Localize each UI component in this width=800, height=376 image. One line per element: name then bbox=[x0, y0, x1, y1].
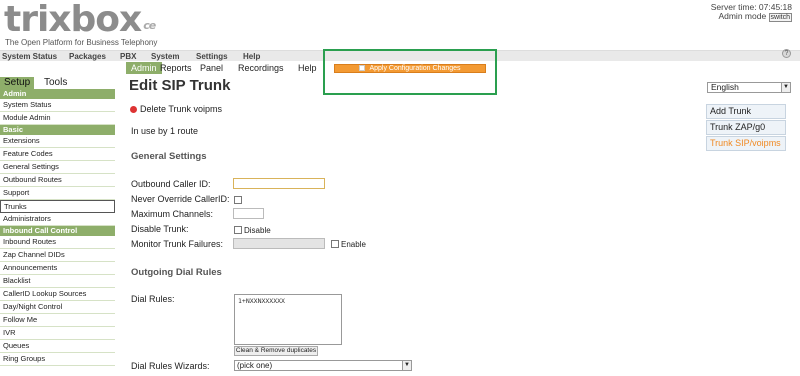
delete-icon bbox=[130, 106, 137, 114]
enable-option-label: Enable bbox=[341, 240, 366, 249]
add-trunk-link[interactable]: Add Trunk bbox=[706, 104, 786, 119]
in-use-text: In use by 1 route bbox=[131, 126, 199, 136]
sidebar-item-queues[interactable]: Queues bbox=[0, 340, 115, 353]
sidebar-item-follow-me[interactable]: Follow Me bbox=[0, 314, 115, 327]
chevron-down-icon: ▼ bbox=[402, 361, 411, 370]
sidebar-item-general-settings[interactable]: General Settings bbox=[0, 161, 115, 174]
submenu-admin[interactable]: Admin bbox=[126, 62, 162, 74]
sidebar-tabs: Setup Tools bbox=[0, 77, 115, 89]
trunk-zap-link[interactable]: Trunk ZAP/g0 bbox=[706, 120, 786, 135]
monitor-enable-checkbox[interactable] bbox=[331, 240, 339, 248]
page-title: Edit SIP Trunk bbox=[129, 77, 231, 94]
sidebar-item-blacklist[interactable]: Blacklist bbox=[0, 275, 115, 288]
menu-pbx[interactable]: PBX bbox=[120, 51, 136, 62]
menu-packages[interactable]: Packages bbox=[69, 51, 106, 62]
sidebar-item-ring-groups[interactable]: Ring Groups bbox=[0, 353, 115, 366]
delete-trunk-link[interactable]: Delete Trunk voipms bbox=[130, 104, 222, 114]
never-override-label: Never Override CallerID: bbox=[131, 194, 230, 204]
apply-changes-button[interactable]: Apply Configuration Changes bbox=[334, 64, 486, 73]
general-settings-heading: General Settings bbox=[131, 151, 207, 162]
sidebar: Setup Tools Admin System Status Module A… bbox=[0, 77, 115, 376]
disable-trunk-checkbox[interactable] bbox=[234, 226, 242, 234]
apply-icon bbox=[359, 65, 366, 72]
outgoing-dial-rules-heading: Outgoing Dial Rules bbox=[131, 267, 222, 278]
tagline: The Open Platform for Business Telephony bbox=[5, 38, 158, 47]
chevron-down-icon: ▼ bbox=[781, 83, 790, 92]
sidebar-item-module-admin[interactable]: Module Admin bbox=[0, 112, 115, 125]
max-channels-label: Maximum Channels: bbox=[131, 209, 214, 219]
menu-system-status[interactable]: System Status bbox=[2, 51, 57, 62]
dial-rules-textarea[interactable]: 1+NXXNXXXXXX bbox=[234, 294, 342, 345]
trunk-sip-voipms-link[interactable]: Trunk SIP/voipms bbox=[706, 136, 786, 151]
monitor-failures-input[interactable] bbox=[233, 238, 325, 249]
disable-trunk-label: Disable Trunk: bbox=[131, 224, 189, 234]
dial-rules-label: Dial Rules: bbox=[131, 294, 175, 304]
sidebar-section-inbound: Inbound Call Control bbox=[0, 226, 115, 236]
sidebar-item-callerid-lookup[interactable]: CallerID Lookup Sources bbox=[0, 288, 115, 301]
disable-option-label: Disable bbox=[244, 226, 271, 235]
sidebar-item-extensions[interactable]: Extensions bbox=[0, 135, 115, 148]
language-select[interactable]: English ▼ bbox=[707, 82, 791, 93]
outbound-callerid-label: Outbound Caller ID: bbox=[131, 179, 211, 189]
sidebar-item-announcements[interactable]: Announcements bbox=[0, 262, 115, 275]
sidebar-item-administrators[interactable]: Administrators bbox=[0, 213, 115, 226]
submenu-help[interactable]: Help bbox=[298, 62, 317, 74]
sidebar-section-basic: Basic bbox=[0, 125, 115, 135]
submenu-panel[interactable]: Panel bbox=[200, 62, 223, 74]
menu-settings[interactable]: Settings bbox=[196, 51, 228, 62]
sidebar-item-inbound-routes[interactable]: Inbound Routes bbox=[0, 236, 115, 249]
monitor-failures-label: Monitor Trunk Failures: bbox=[131, 239, 224, 249]
sidebar-item-ivr[interactable]: IVR bbox=[0, 327, 115, 340]
dial-rules-wizards-label: Dial Rules Wizards: bbox=[131, 361, 210, 371]
help-icon[interactable]: ? bbox=[782, 49, 791, 58]
submenu-reports[interactable]: Reports bbox=[160, 62, 192, 74]
admin-mode: Admin mode switch bbox=[718, 11, 792, 22]
menu-help[interactable]: Help bbox=[243, 51, 260, 62]
sidebar-item-trunks[interactable]: Trunks bbox=[0, 200, 115, 213]
sidebar-item-feature-codes[interactable]: Feature Codes bbox=[0, 148, 115, 161]
tab-tools[interactable]: Tools bbox=[40, 77, 71, 89]
dial-rules-wizard-select[interactable]: (pick one) ▼ bbox=[234, 360, 412, 371]
sidebar-section-admin: Admin bbox=[0, 89, 115, 99]
menu-system[interactable]: System bbox=[151, 51, 179, 62]
sidebar-item-system-status[interactable]: System Status bbox=[0, 99, 115, 112]
sidebar-item-support[interactable]: Support bbox=[0, 187, 115, 200]
max-channels-input[interactable] bbox=[233, 208, 264, 219]
sidebar-item-zap-channel-dids[interactable]: Zap Channel DIDs bbox=[0, 249, 115, 262]
clean-remove-duplicates-button[interactable]: Clean & Remove duplicates bbox=[234, 346, 318, 356]
submenu-recordings[interactable]: Recordings bbox=[238, 62, 284, 74]
sidebar-item-outbound-routes[interactable]: Outbound Routes bbox=[0, 174, 115, 187]
tab-setup[interactable]: Setup bbox=[0, 77, 35, 89]
switch-link[interactable]: switch bbox=[768, 13, 792, 22]
never-override-checkbox[interactable] bbox=[234, 196, 242, 204]
sidebar-item-day-night-control[interactable]: Day/Night Control bbox=[0, 301, 115, 314]
header: trixbox ce The Open Platform for Business… bbox=[0, 0, 800, 49]
outbound-callerid-input[interactable] bbox=[233, 178, 325, 189]
main-menu: System Status Packages PBX System Settin… bbox=[0, 50, 800, 61]
logo: trixbox ce bbox=[4, 0, 156, 40]
